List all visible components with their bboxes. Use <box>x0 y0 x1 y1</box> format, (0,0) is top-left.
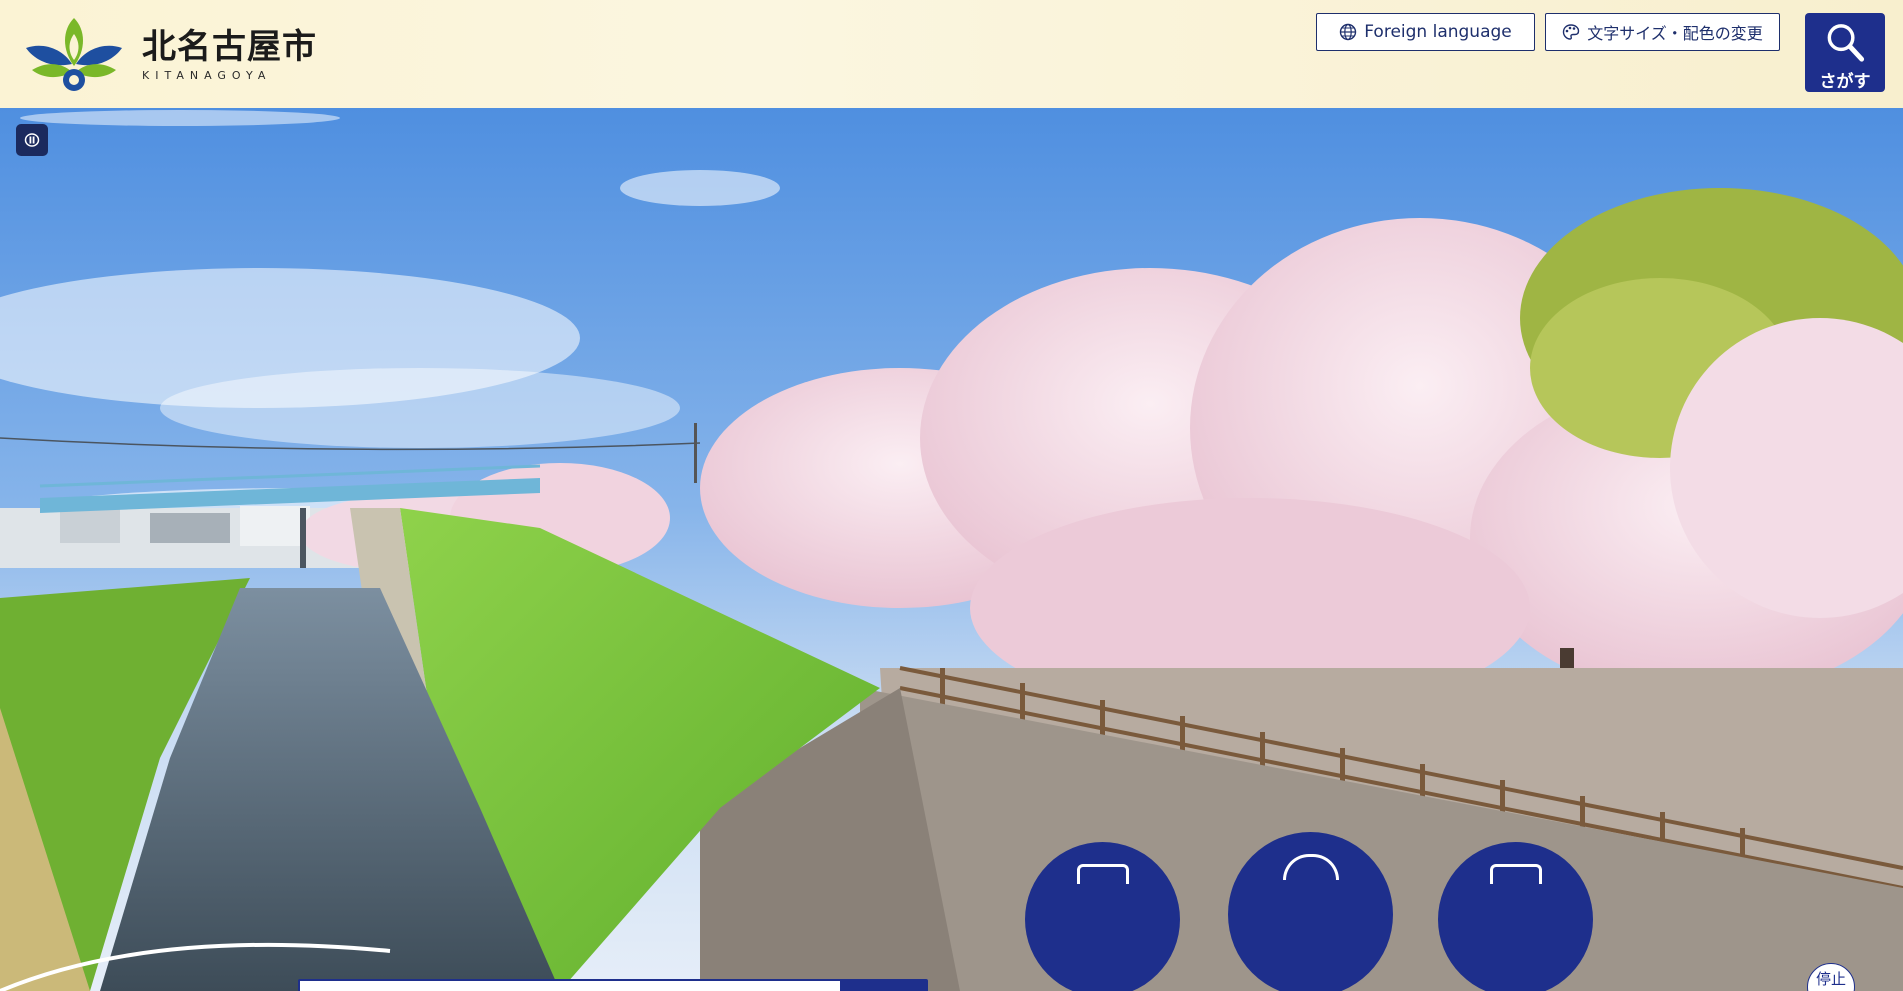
search-button-label: さがす <box>1819 72 1871 92</box>
logo-name-roman: KITANAGOYA <box>142 68 272 82</box>
site-search-input[interactable] <box>300 981 840 991</box>
foreign-language-label: Foreign language <box>1364 22 1512 42</box>
pause-icon <box>24 133 40 147</box>
logo-name-kanji: 北名古屋市 <box>142 26 317 67</box>
font-size-color-button[interactable]: 文字サイズ・配色の変更 <box>1545 13 1780 51</box>
quick-link-circle-3[interactable] <box>1438 842 1593 991</box>
globe-icon <box>1340 23 1357 41</box>
city-emblem-icon <box>26 18 122 91</box>
foreign-language-button[interactable]: Foreign language <box>1316 13 1535 51</box>
document-icon <box>1076 864 1129 884</box>
site-header: 北名古屋市 KITANAGOYA Foreign language 文字サイズ・… <box>0 0 1903 108</box>
calendar-icon <box>1489 864 1542 884</box>
quick-link-circle-2[interactable] <box>1228 832 1393 991</box>
font-size-color-label: 文字サイズ・配色の変更 <box>1587 24 1763 43</box>
palette-icon <box>1563 24 1580 40</box>
magnifier-icon <box>1827 24 1865 62</box>
hero-slideshow <box>0 108 1903 991</box>
slideshow-pause-button[interactable] <box>16 124 48 156</box>
site-search-bar[interactable] <box>298 979 928 991</box>
hero-cherry-blossom-image <box>0 108 1903 991</box>
person-icon <box>1282 854 1339 880</box>
site-search-submit-button[interactable] <box>840 981 926 991</box>
logo-text: 北名古屋市 KITANAGOYA <box>142 27 317 82</box>
quick-link-circle-1[interactable] <box>1025 842 1180 991</box>
site-logo[interactable]: 北名古屋市 KITANAGOYA <box>22 14 332 94</box>
search-button[interactable]: さがす <box>1805 13 1885 92</box>
